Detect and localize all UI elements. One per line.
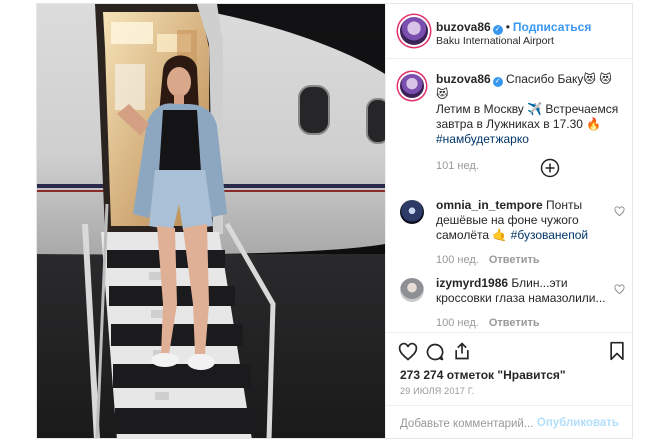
post-header: buzova86 ✓ • Подписаться Baku International…	[386, 4, 632, 59]
avatar[interactable]	[400, 17, 428, 45]
caption-avatar[interactable]	[400, 74, 424, 98]
reply-button[interactable]: Ответить	[489, 317, 540, 329]
publish-button[interactable]: Опубликовать	[537, 417, 619, 429]
verified-badge-icon: ✓	[492, 77, 503, 87]
follow-button[interactable]: Подписаться	[513, 20, 591, 34]
caption-line-2: Летим в Москву ✈️ Встречаемся	[436, 102, 619, 116]
commenter-avatar[interactable]	[400, 200, 424, 224]
caption-line-3: завтра в Лужниках в 17.30 🔥	[436, 117, 602, 131]
comment-text-line-2: дешёвые на фоне чужого	[436, 213, 579, 227]
like-heart-icon[interactable]	[398, 342, 418, 362]
comment-text-line-1: Блин...эти	[511, 276, 568, 290]
commenter-username[interactable]: omnia_in_tempore	[436, 198, 543, 212]
instagram-post: buzova86 ✓ • Подписаться Baku International…	[36, 3, 633, 439]
comment-hashtag[interactable]: #бузованепой	[511, 228, 588, 242]
comment-bubble-icon[interactable]	[425, 342, 445, 362]
comment-age: 100 нед.	[436, 254, 479, 266]
verified-badge-icon: ✓	[492, 25, 503, 35]
comment-text-line-1: Понты	[546, 198, 583, 212]
like-comment-heart-icon[interactable]	[614, 284, 625, 295]
bookmark-icon[interactable]	[608, 341, 626, 361]
likes-count[interactable]: 273 274 отметок "Нравится"	[400, 368, 566, 382]
plus-circle-icon[interactable]	[540, 158, 560, 178]
reply-button[interactable]: Ответить	[489, 254, 540, 266]
caption-hashtag[interactable]: #намбудетжарко	[436, 132, 626, 147]
separator-dot: •	[505, 20, 510, 34]
caption-age: 101 нед.	[436, 160, 479, 172]
comment-text-line-2: кроссовки глаза намазолили...	[436, 291, 606, 305]
add-comment-bar: Опубликовать	[386, 405, 632, 438]
airplane-stairs-photo	[37, 4, 385, 438]
post-actions: 273 274 отметок "Нравится" 29 ИЮЛЯ 2017 …	[386, 332, 632, 438]
username-link[interactable]: buzova86	[436, 20, 491, 34]
like-comment-heart-icon[interactable]	[614, 206, 625, 217]
post-panel: buzova86 ✓ • Подписаться Baku International…	[385, 4, 632, 438]
commenter-avatar[interactable]	[400, 278, 424, 302]
commenter-username[interactable]: izymyrd1986	[436, 276, 508, 290]
comment-input[interactable]	[398, 414, 542, 434]
comment-age: 100 нед.	[436, 317, 479, 329]
post-date[interactable]: 29 ИЮЛЯ 2017 Г.	[400, 386, 474, 396]
comment-text-line-3: самолёта 🤙	[436, 228, 508, 242]
post-photo[interactable]	[37, 4, 385, 438]
caption-username[interactable]: buzova86	[436, 72, 491, 86]
location-link[interactable]: Baku International Airport	[436, 35, 554, 47]
share-icon[interactable]	[452, 341, 472, 361]
